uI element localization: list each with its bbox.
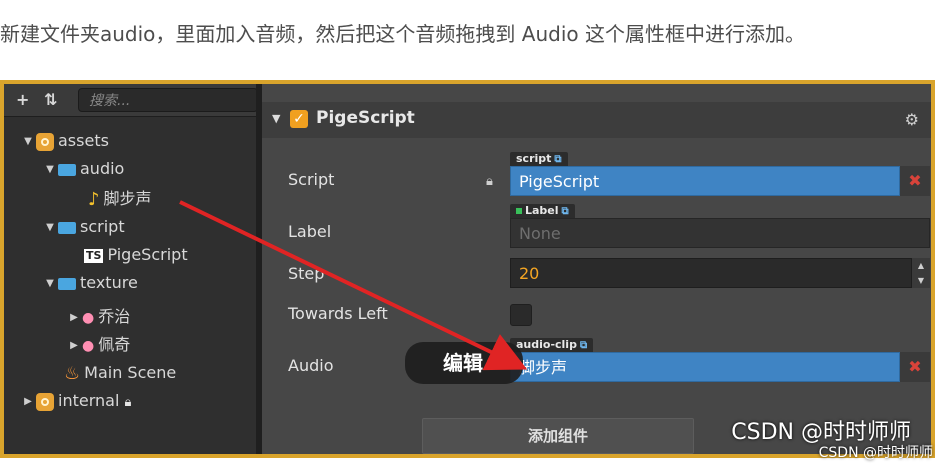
label-component-icon xyxy=(516,208,522,214)
tag-text: script xyxy=(516,152,552,165)
expand-triangle-icon[interactable]: ▼ xyxy=(42,271,58,297)
tree-label: 乔治 xyxy=(98,307,131,326)
tree-item-qiaozhi[interactable]: ▶ ● 乔治 xyxy=(66,304,130,330)
audio-label: Audio xyxy=(288,356,334,375)
towards-left-checkbox[interactable] xyxy=(510,304,532,326)
edit-label-bubble: 编辑 xyxy=(405,342,523,384)
clear-audio-button[interactable]: ✖ xyxy=(900,352,930,382)
label-field[interactable]: None xyxy=(510,218,930,248)
lock-icon: 🔒︎ xyxy=(124,395,132,410)
tag-text: Label xyxy=(525,204,559,217)
collapsed-triangle-icon[interactable]: ▶ xyxy=(66,333,82,359)
audio-type-tag: audio-clip ⧉ xyxy=(510,338,594,352)
folder-icon xyxy=(58,277,76,290)
expand-triangle-icon[interactable]: ▼ xyxy=(42,215,58,241)
clear-script-button[interactable]: ✖ xyxy=(900,166,930,196)
tree-item-pigescript[interactable]: TS PigeScript xyxy=(84,242,188,268)
tree-label: 脚步声 xyxy=(103,189,152,208)
script-label: Script xyxy=(288,170,335,189)
sort-icon[interactable]: ⇅ xyxy=(44,90,57,109)
tree-item-main-scene[interactable]: ♨ Main Scene xyxy=(64,360,176,386)
audio-field[interactable]: 脚步声 xyxy=(510,352,900,382)
add-component-button[interactable]: 添加组件 xyxy=(422,418,694,454)
inspector-panel: ▼ ✓ PigeScript ⚙ Script script ⧉ 🔒︎ PigeS… xyxy=(262,84,931,454)
lock-icon: 🔒︎ xyxy=(486,174,493,189)
typescript-icon: TS xyxy=(84,248,104,263)
towards-left-label: Towards Left xyxy=(288,304,388,323)
script-type-tag: script ⧉ xyxy=(510,152,568,166)
tree-item-texture[interactable]: ▼ texture xyxy=(42,270,138,296)
tree-label: internal xyxy=(58,391,120,410)
collapsed-triangle-icon[interactable]: ▶ xyxy=(20,389,36,415)
step-input[interactable]: 20 xyxy=(510,258,912,288)
increment-icon[interactable]: ▲ xyxy=(912,258,930,273)
component-enabled-checkbox[interactable]: ✓ xyxy=(290,110,308,128)
assets-toolbar: + ⇅ 搜索... xyxy=(4,84,258,117)
script-field[interactable]: PigeScript xyxy=(510,166,900,196)
tree-item-internal[interactable]: ▶ internal 🔒︎ xyxy=(20,388,131,414)
expand-triangle-icon[interactable]: ▼ xyxy=(42,157,58,183)
tree-item-audio[interactable]: ▼ audio xyxy=(42,156,124,182)
component-title: PigeScript xyxy=(316,108,415,128)
pig-image-icon: ● xyxy=(82,337,95,354)
tree-item-peiqi[interactable]: ▶ ● 佩奇 xyxy=(66,332,130,358)
tree-label: script xyxy=(80,217,125,236)
search-input[interactable]: 搜索... xyxy=(78,88,258,112)
external-link-icon[interactable]: ⧉ xyxy=(562,206,569,217)
component-header[interactable]: ▼ ✓ PigeScript ⚙ xyxy=(262,102,931,138)
add-icon[interactable]: + xyxy=(16,90,29,109)
external-link-icon[interactable]: ⧉ xyxy=(580,340,587,351)
decrement-icon[interactable]: ▼ xyxy=(912,273,930,288)
label-label: Label xyxy=(288,222,332,241)
tree-label: assets xyxy=(58,131,109,150)
pig-image-icon: ● xyxy=(82,309,95,326)
collapse-triangle-icon[interactable]: ▼ xyxy=(272,112,280,125)
assets-panel: + ⇅ 搜索... ▼ assets ▼ audio ♪ 脚步声 ▼ script TS… xyxy=(4,84,258,454)
label-type-tag: Label ⧉ xyxy=(510,204,575,218)
db-folder-icon xyxy=(36,132,54,151)
folder-icon xyxy=(58,221,76,234)
tree-item-script[interactable]: ▼ script xyxy=(42,214,125,241)
step-label: Step xyxy=(288,264,325,283)
tree-label: 佩奇 xyxy=(98,335,131,354)
editor-window: + ⇅ 搜索... ▼ assets ▼ audio ♪ 脚步声 ▼ script TS… xyxy=(4,84,931,454)
caption-text: 新建文件夹audio，里面加入音频，然后把这个音频拖拽到 Audio 这个属性框… xyxy=(0,22,805,46)
collapsed-triangle-icon[interactable]: ▶ xyxy=(66,305,82,331)
tree-label: Main Scene xyxy=(84,363,177,382)
tree-item-assets[interactable]: ▼ assets xyxy=(20,128,109,154)
db-folder-icon xyxy=(36,392,54,411)
scene-icon: ♨ xyxy=(64,362,81,384)
watermark-small: CSDN @时时师师 xyxy=(818,445,933,461)
step-stepper[interactable]: ▲ ▼ xyxy=(912,258,930,288)
gear-icon[interactable]: ⚙ xyxy=(905,110,919,129)
expand-triangle-icon[interactable]: ▼ xyxy=(20,129,36,155)
folder-icon xyxy=(58,163,76,176)
tree-label: audio xyxy=(80,159,125,178)
tree-label: texture xyxy=(80,273,138,292)
tree-label: PigeScript xyxy=(107,245,188,264)
tree-item-sound[interactable]: ♪ 脚步声 xyxy=(88,186,152,212)
tag-text: audio-clip xyxy=(516,338,577,351)
music-note-icon: ♪ xyxy=(88,188,100,210)
editor-screenshot-frame: + ⇅ 搜索... ▼ assets ▼ audio ♪ 脚步声 ▼ script TS… xyxy=(0,80,935,458)
external-link-icon[interactable]: ⧉ xyxy=(554,154,561,165)
